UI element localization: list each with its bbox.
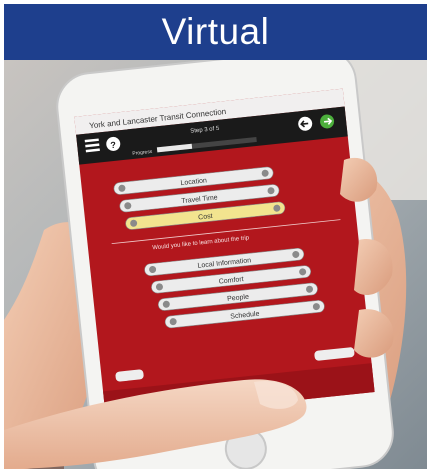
banner-title: Virtual: [4, 4, 427, 60]
hamburger-menu-icon[interactable]: [84, 138, 100, 153]
phone-screen: York and Lancaster Transit Connection ? …: [74, 88, 375, 421]
photo: York and Lancaster Transit Connection ? …: [4, 60, 427, 469]
help-icon-glyph: ?: [110, 140, 117, 151]
image-frame: Virtual York and Lancaster Transit Conne…: [4, 4, 427, 469]
photo-scene: York and Lancaster Transit Connection ? …: [4, 60, 427, 469]
